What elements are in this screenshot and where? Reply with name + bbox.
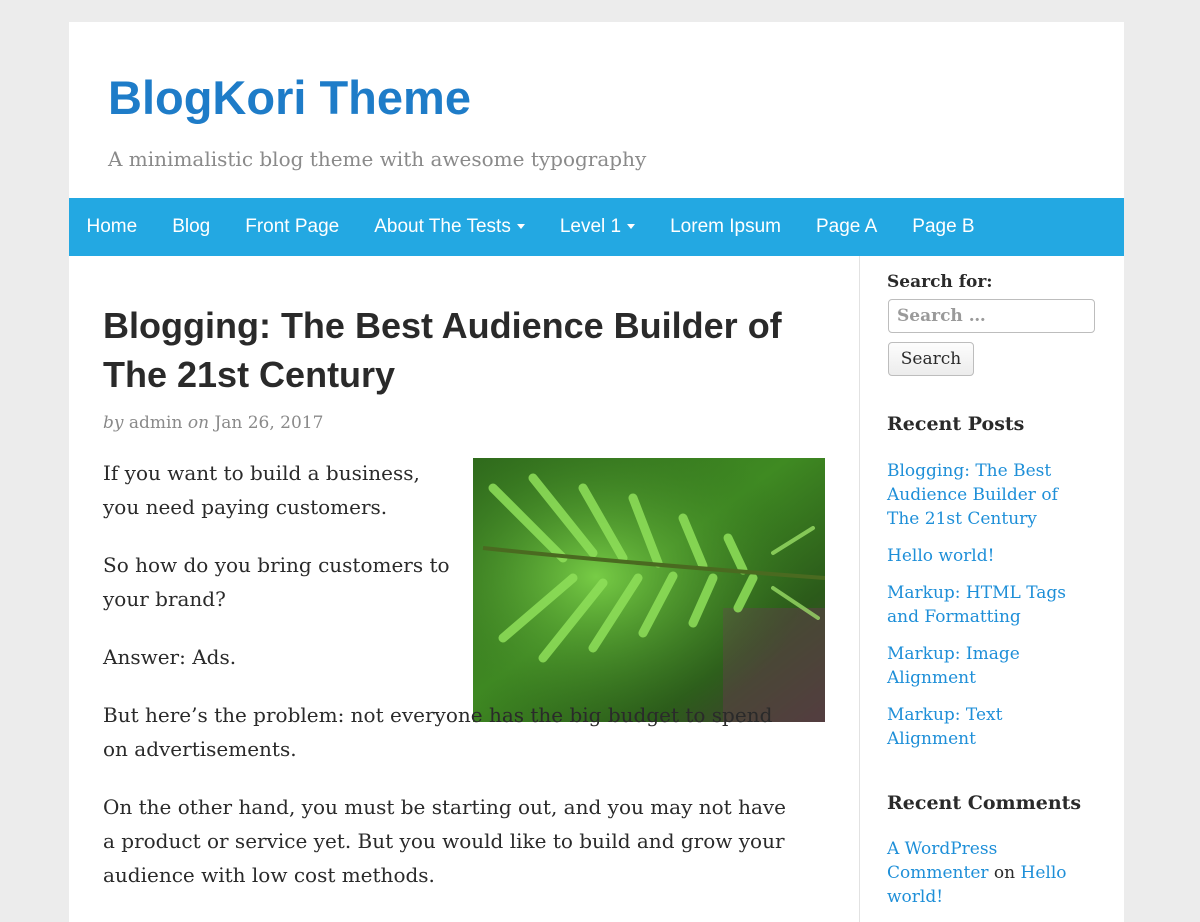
search-button[interactable]: Search [888, 342, 974, 376]
post-title[interactable]: Blogging: The Best Audience Builder of T… [103, 301, 823, 399]
nav-item-label: Home [86, 216, 138, 237]
nav-item-label: About The Tests [374, 216, 511, 237]
nav-item-blog[interactable]: Blog [155, 198, 228, 256]
post-body: If you want to build a business, you nee… [103, 456, 793, 916]
nav-item-label: Page B [912, 216, 975, 237]
site-tagline: A minimalistic blog theme with awesome t… [108, 147, 647, 171]
nav-item-front-page[interactable]: Front Page [228, 198, 357, 256]
nav-item-home[interactable]: Home [69, 198, 155, 256]
post-meta: by admin on Jan 26, 2017 [103, 411, 323, 435]
site-title[interactable]: BlogKori Theme [108, 68, 471, 128]
list-item: Markup: Text Alignment [887, 703, 1087, 751]
meta-on-label: on [187, 413, 210, 433]
main-navigation: Home Blog Front Page About The Tests Lev… [69, 198, 1124, 256]
list-item: Hello world! [887, 544, 1087, 568]
nav-item-label: Page A [815, 216, 878, 237]
recent-post-link[interactable]: Blogging: The Best Audience Builder of T… [887, 461, 1058, 529]
search-label: Search for: [887, 272, 993, 292]
caret-down-icon [627, 224, 636, 230]
recent-post-link[interactable]: Hello world! [887, 546, 994, 566]
meta-by-label: by [103, 413, 124, 433]
recent-post-link[interactable]: Markup: Image Alignment [887, 644, 1020, 688]
list-item: Markup: HTML Tags and Formatting [887, 581, 1087, 629]
recent-post-link[interactable]: Markup: Text Alignment [887, 705, 1002, 749]
post-author[interactable]: admin [129, 413, 183, 433]
nav-item-page-a[interactable]: Page A [798, 198, 894, 256]
comment-on-label: on [993, 863, 1016, 883]
recent-comments-title: Recent Comments [887, 792, 1082, 814]
post-date[interactable]: Jan 26, 2017 [214, 413, 323, 433]
page-container: BlogKori Theme A minimalistic blog theme… [69, 22, 1124, 922]
search-input[interactable] [888, 299, 1095, 333]
comment-author-link[interactable]: A WordPress Commenter [887, 839, 997, 883]
post-paragraph: Answer: Ads. [103, 645, 237, 669]
recent-comments-list: A WordPress Commenter on Hello world! [887, 837, 1087, 922]
nav-item-level-1[interactable]: Level 1 [542, 198, 652, 256]
post-paragraph: So how do you bring customers to your br… [103, 553, 450, 611]
list-item: A WordPress Commenter on Hello world! [887, 837, 1087, 909]
nav-item-label: Front Page [245, 216, 340, 237]
post-paragraph: But here’s the problem: not everyone has… [103, 703, 773, 761]
list-item: Markup: Image Alignment [887, 642, 1087, 690]
sidebar-divider [859, 256, 860, 922]
nav-item-about-the-tests[interactable]: About The Tests [357, 198, 543, 256]
nav-item-label: Lorem Ipsum [670, 216, 781, 237]
nav-item-label: Level 1 [559, 216, 622, 237]
post-paragraph: If you want to build a business, you nee… [103, 461, 420, 519]
sidebar: Search for: Search Recent Posts Blogging… [887, 256, 1102, 922]
recent-posts-title: Recent Posts [887, 413, 1025, 435]
list-item: Blogging: The Best Audience Builder of T… [887, 459, 1087, 531]
nav-item-page-b[interactable]: Page B [895, 198, 992, 256]
nav-item-lorem-ipsum[interactable]: Lorem Ipsum [653, 198, 799, 256]
recent-posts-list: Blogging: The Best Audience Builder of T… [887, 459, 1087, 764]
post-paragraph: On the other hand, you must be starting … [103, 795, 787, 887]
recent-post-link[interactable]: Markup: HTML Tags and Formatting [887, 583, 1066, 627]
nav-item-label: Blog [172, 216, 211, 237]
site-header: BlogKori Theme A minimalistic blog theme… [69, 22, 1124, 198]
caret-down-icon [516, 224, 525, 230]
main-content: Blogging: The Best Audience Builder of T… [69, 256, 859, 922]
